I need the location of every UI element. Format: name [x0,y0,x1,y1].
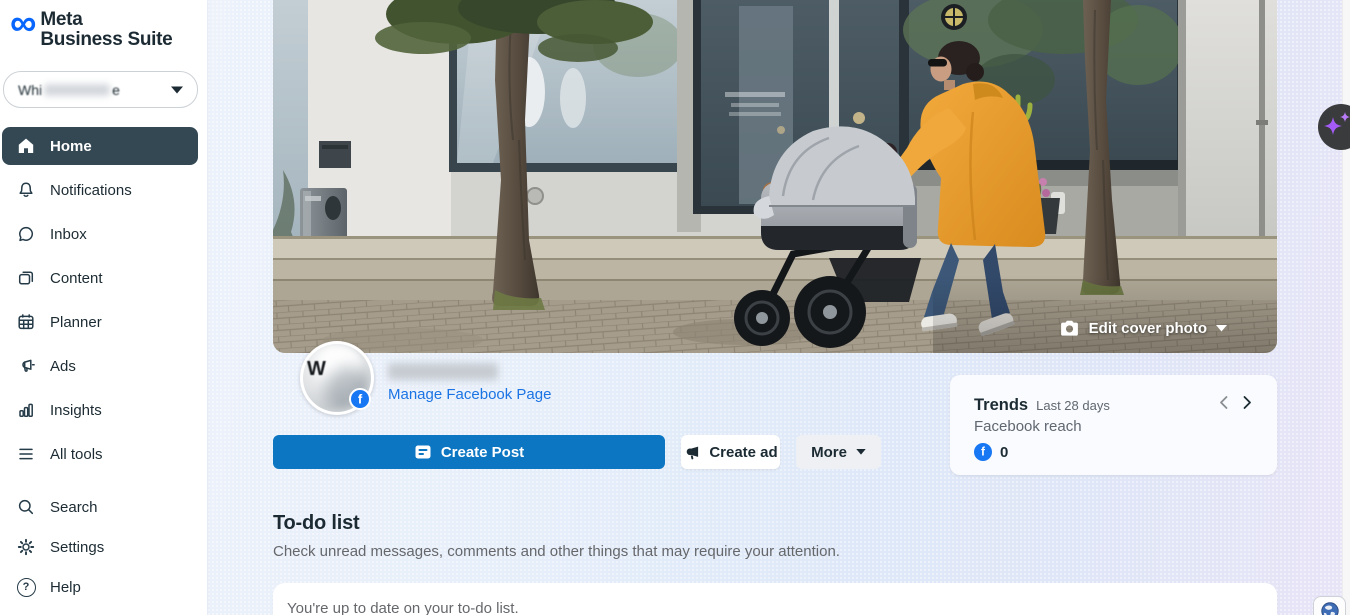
facebook-reach-value: 0 [1000,444,1008,461]
create-post-button[interactable]: Create Post [273,435,665,469]
edit-cover-photo-button[interactable]: Edit cover photo [1059,319,1227,338]
cover-photo: Edit cover photo [273,0,1277,353]
globe-icon [1320,601,1340,615]
meta-infinity-icon: ∞ [10,8,36,38]
scrollbar-track[interactable] [1342,0,1350,615]
create-ad-button[interactable]: Create ad [681,435,780,469]
trends-prev-button[interactable] [1218,395,1229,410]
brand-line1: Meta [40,10,172,30]
facebook-badge-icon: f [349,388,371,410]
page-avatar-letter: W [307,358,326,381]
brand-line2: Business Suite [40,30,172,50]
page-selector-dropdown[interactable]: Whi e [3,71,198,108]
sidebar-item-label: Settings [50,539,104,556]
sidebar: ∞ Meta Business Suite Whi e Home [0,0,207,615]
sidebar-item-home[interactable]: Home [2,127,198,165]
sidebar-item-search[interactable]: Search [2,490,198,524]
sidebar-nav: Home Notifications Inbox Content [2,127,198,479]
chevron-down-icon [1216,325,1227,332]
trends-metric-label: Facebook reach [974,418,1253,435]
todo-list-card: You're up to date on your to-do list. [273,583,1277,615]
bar-chart-icon [15,399,37,421]
bell-icon [15,179,37,201]
sidebar-item-ads[interactable]: Ads [2,347,198,385]
sidebar-item-settings[interactable]: Settings [2,530,198,564]
page-avatar[interactable]: W f [300,341,374,415]
sidebar-item-label: Notifications [50,182,132,199]
megaphone-icon [683,444,700,461]
sidebar-item-label: Planner [50,314,102,331]
post-icon [414,443,432,461]
more-label: More [811,444,847,461]
chevron-left-icon [1218,395,1229,410]
search-icon [15,496,37,518]
sidebar-item-all-tools[interactable]: All tools [2,435,198,473]
calendar-icon [15,311,37,333]
manage-facebook-page-link[interactable]: Manage Facebook Page [388,386,551,403]
sidebar-item-label: Search [50,499,98,516]
edit-cover-photo-label: Edit cover photo [1089,320,1207,337]
more-button[interactable]: More [796,435,881,469]
sidebar-item-label: Home [50,138,92,155]
sidebar-item-label: Content [50,270,103,287]
sparkles-icon [1318,104,1350,150]
meta-business-suite-logo: ∞ Meta Business Suite [10,8,172,50]
trends-title: Trends [974,396,1028,415]
trends-next-button[interactable] [1242,395,1253,410]
main-content-background: Edit cover photo W f Manage Facebook Pag… [207,0,1342,615]
sidebar-item-label: Help [50,579,81,596]
page-selector-text-end: e [112,82,120,98]
home-content-column: Edit cover photo W f Manage Facebook Pag… [273,0,1277,615]
meta-business-suite-app: Edit cover photo W f Manage Facebook Pag… [0,0,1350,615]
menu-icon [15,443,37,465]
chevron-down-icon [856,449,866,455]
sidebar-footer-nav: Search Settings ? Help [2,490,198,610]
page-selector-text-start: Whi [18,82,42,98]
todo-empty-message: You're up to date on your to-do list. [287,600,519,615]
sidebar-item-insights[interactable]: Insights [2,391,198,429]
help-icon: ? [15,576,37,598]
ai-assistant-button[interactable] [1318,104,1350,150]
todo-list-subtitle: Check unread messages, comments and othe… [273,543,840,560]
sidebar-item-content[interactable]: Content [2,259,198,297]
todo-list-title: To-do list [273,512,360,535]
chevron-down-icon [171,81,183,99]
cover-photo-illustration [273,0,1277,353]
create-post-label: Create Post [441,444,524,461]
sidebar-item-label: Inbox [50,226,87,243]
sidebar-item-label: All tools [50,446,103,463]
trends-card: Trends Last 28 days Facebook reach f 0 [950,375,1277,475]
camera-icon [1059,319,1080,338]
sidebar-item-notifications[interactable]: Notifications [2,171,198,209]
sidebar-item-help[interactable]: ? Help [2,570,198,604]
sidebar-item-label: Insights [50,402,102,419]
gear-icon [15,536,37,558]
sidebar-item-planner[interactable]: Planner [2,303,198,341]
create-ad-label: Create ad [709,444,777,461]
page-name-blurred [388,363,498,380]
page-actions-row: Create Post Create ad More [273,435,881,469]
chat-icon [15,223,37,245]
chevron-right-icon [1242,395,1253,410]
megaphone-icon [15,355,37,377]
page-selector-blurred-name [44,84,110,96]
home-icon [15,135,37,157]
content-icon [15,267,37,289]
facebook-icon: f [974,443,992,461]
sidebar-item-label: Ads [50,358,76,375]
sidebar-item-inbox[interactable]: Inbox [2,215,198,253]
language-globe-button[interactable] [1313,596,1346,615]
trends-period: Last 28 days [1036,398,1110,413]
